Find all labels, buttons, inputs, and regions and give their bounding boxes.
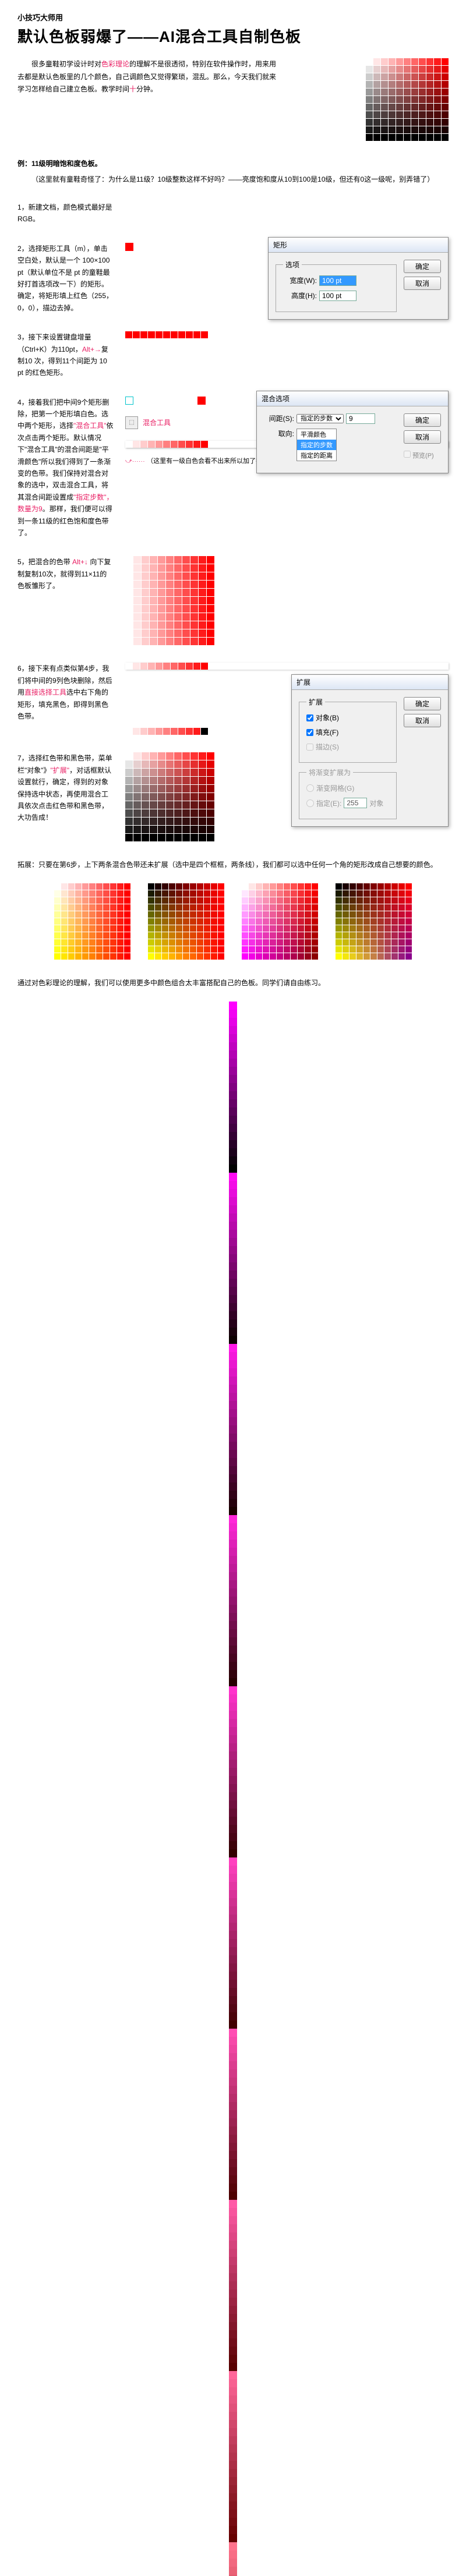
blend-options-dialog: 混合选项 间距(S): 指定的步数 取向: 平滑颜色 指定的步数: [256, 391, 449, 473]
opt-smooth[interactable]: 平滑颜色: [297, 429, 336, 440]
step6-text: 6，接下来有点类似第4步，我们将中间的9列色块删除，然后用直接选择工具选中右下角…: [17, 663, 114, 722]
stroke-label: 描边(S): [316, 742, 339, 752]
dotted-arrow-icon: ⤻⋯⋯: [125, 458, 145, 465]
extend-note: 拓展：只要在第6步，上下两条混合色带还未扩展（选中是四个框框，两条线），我们都可…: [17, 859, 449, 872]
blend-ok-button[interactable]: 确定: [404, 413, 441, 427]
palette-11x11: [125, 556, 449, 645]
variant-palettes-row: [17, 883, 449, 960]
preview-checkbox[interactable]: 预览(P): [404, 451, 441, 460]
expand-cancel-button[interactable]: 取消: [404, 714, 441, 727]
intro-a: 很多童鞋初学设计时对: [31, 60, 101, 68]
height-input[interactable]: [319, 291, 356, 301]
expand-group1: 扩展: [306, 697, 325, 707]
expand-dialog-title: 扩展: [292, 675, 448, 690]
example-heading: 例：11级明暗饱和度色板。: [17, 158, 449, 168]
example-note: （这里就有童鞋奇怪了：为什么是11级？10级整数这样不好吗？——亮度饱和度从10…: [17, 174, 449, 184]
white-square-outline: [125, 397, 133, 405]
height-label: 高度(H):: [283, 291, 317, 300]
blend-tool-label: 混合工具: [143, 417, 171, 427]
width-label: 宽度(W):: [283, 275, 317, 285]
blend-cancel-button[interactable]: 取消: [404, 430, 441, 444]
intro-pink2: 十: [129, 85, 136, 93]
spacing-label: 间距(S):: [264, 413, 294, 423]
intro-pink1: 色彩理论: [101, 60, 129, 68]
intro-c: 分钟。: [136, 85, 157, 93]
opt-distance[interactable]: 指定的距离: [297, 450, 336, 461]
step3-text: 3，接下来设置键盘增量（Ctrl+K）为110pt，Alt+→复制10 次，得到…: [17, 331, 114, 379]
blend-dialog-title: 混合选项: [257, 391, 448, 406]
final-note: 通过对色彩理论的理解，我们可以使用更多中颜色组合太丰富搭配自己的色板。同学们请自…: [17, 977, 449, 990]
step2-text: 2，选择矩形工具（m），单击空白处，默认是一个 100×100 pt（默认单位不…: [17, 243, 114, 314]
big-final-palette: [229, 1002, 237, 2576]
fill-checkbox[interactable]: [306, 729, 313, 736]
subtitle: 小技巧大师用: [17, 12, 449, 23]
spacing-select[interactable]: 指定的步数: [296, 414, 344, 423]
obj-checkbox[interactable]: [306, 714, 313, 721]
final-red-black-palette: [125, 752, 449, 841]
red-square-right: [197, 397, 206, 405]
blend-tool-icon[interactable]: ⬚: [125, 416, 138, 429]
stroke-checkbox: [306, 744, 313, 751]
intro-palette: [366, 58, 449, 141]
page-title: 默认色板弱爆了——AI混合工具自制色板: [17, 25, 449, 47]
step1-text: 1，新建文档，颜色模式最好是RGB。: [17, 201, 114, 225]
step7-text: 7，选择红色带和黑色带，菜单栏"对象"》"扩展"，对话框默认设置就行，确定，得到…: [17, 752, 114, 823]
cancel-button[interactable]: 取消: [404, 277, 441, 290]
fill-label: 填充(F): [316, 727, 338, 737]
rect-group-label: 选项: [283, 260, 302, 270]
rectangle-dialog: 矩形 选项 宽度(W): 高度(H): 确定: [268, 237, 449, 320]
top-strip: [125, 663, 449, 670]
red-square: [125, 243, 133, 251]
dialog-title: 矩形: [269, 238, 448, 253]
width-input[interactable]: [319, 275, 356, 286]
opt-steps[interactable]: 指定的步数: [297, 440, 336, 450]
spacing-value-input[interactable]: [346, 413, 375, 424]
obj-label: 对象(B): [316, 713, 339, 723]
expand-ok-button[interactable]: 确定: [404, 697, 441, 710]
step4-text: 4，接着我们把中间9个矩形删除，把第一个矩形填白色。选中两个矩形，选择"混合工具…: [17, 397, 114, 539]
orient-label: 取向:: [264, 429, 294, 438]
spacing-dropdown[interactable]: 平滑颜色 指定的步数 指定的距离: [296, 429, 337, 461]
step5-text: 5，把混合的色带 Alt+↓ 向下复制复制10次，就得到11×11的色板雏形了。: [17, 556, 114, 592]
ok-button[interactable]: 确定: [404, 260, 441, 273]
intro-paragraph: 很多童鞋初学设计时对色彩理论的理解不是很透彻，特别在软件操作时，用来用去都是默认…: [17, 58, 280, 96]
red-strip-11: [125, 331, 449, 338]
